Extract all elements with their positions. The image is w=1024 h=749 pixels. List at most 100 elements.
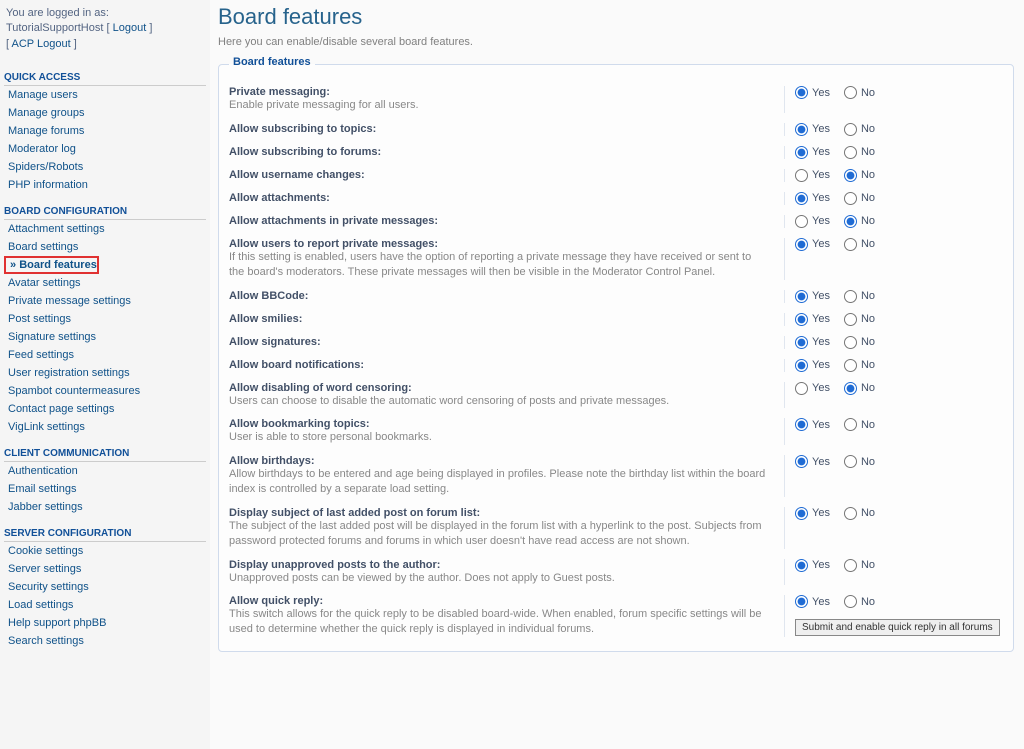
sidebar-link[interactable]: Attachment settings bbox=[8, 223, 105, 235]
sidebar-link[interactable]: Authentication bbox=[8, 465, 78, 477]
radio-no[interactable]: No bbox=[844, 215, 875, 228]
radio-yes[interactable]: Yes bbox=[795, 215, 830, 228]
sidebar-item-authentication[interactable]: Authentication bbox=[4, 462, 206, 480]
radio-input-no[interactable] bbox=[844, 313, 857, 326]
sidebar-link[interactable]: Moderator log bbox=[8, 143, 76, 155]
radio-input-no[interactable] bbox=[844, 86, 857, 99]
sidebar-link[interactable]: Server settings bbox=[8, 563, 81, 575]
radio-yes[interactable]: Yes bbox=[795, 238, 830, 251]
radio-input-no[interactable] bbox=[844, 215, 857, 228]
sidebar-item-attachment-settings[interactable]: Attachment settings bbox=[4, 220, 206, 238]
radio-input-no[interactable] bbox=[844, 192, 857, 205]
radio-input-yes[interactable] bbox=[795, 215, 808, 228]
sidebar-link[interactable]: Manage groups bbox=[8, 107, 84, 119]
sidebar-item-avatar-settings[interactable]: Avatar settings bbox=[4, 274, 206, 292]
radio-no[interactable]: No bbox=[844, 418, 875, 431]
logout-link[interactable]: Logout bbox=[113, 22, 147, 34]
radio-no[interactable]: No bbox=[844, 559, 875, 572]
sidebar-item-manage-users[interactable]: Manage users bbox=[4, 86, 206, 104]
sidebar-item-feed-settings[interactable]: Feed settings bbox=[4, 346, 206, 364]
sidebar-link[interactable]: PHP information bbox=[8, 179, 88, 191]
sidebar-item-spambot-countermeasures[interactable]: Spambot countermeasures bbox=[4, 382, 206, 400]
radio-input-yes[interactable] bbox=[795, 86, 808, 99]
radio-no[interactable]: No bbox=[844, 290, 875, 303]
radio-no[interactable]: No bbox=[844, 595, 875, 608]
sidebar-link[interactable]: Board features bbox=[19, 259, 97, 271]
radio-input-no[interactable] bbox=[844, 359, 857, 372]
sidebar-link[interactable]: Spambot countermeasures bbox=[8, 385, 140, 397]
sidebar-link[interactable]: Load settings bbox=[8, 599, 73, 611]
radio-yes[interactable]: Yes bbox=[795, 313, 830, 326]
radio-yes[interactable]: Yes bbox=[795, 359, 830, 372]
radio-yes[interactable]: Yes bbox=[795, 86, 830, 99]
sidebar-link[interactable]: Email settings bbox=[8, 483, 76, 495]
sidebar-item-server-settings[interactable]: Server settings bbox=[4, 560, 206, 578]
radio-input-no[interactable] bbox=[844, 559, 857, 572]
sidebar-item-spiders-robots[interactable]: Spiders/Robots bbox=[4, 158, 206, 176]
sidebar-item-cookie-settings[interactable]: Cookie settings bbox=[4, 542, 206, 560]
radio-yes[interactable]: Yes bbox=[795, 169, 830, 182]
sidebar-link[interactable]: Signature settings bbox=[8, 331, 96, 343]
acp-logout-link[interactable]: ACP Logout bbox=[12, 38, 71, 50]
radio-input-yes[interactable] bbox=[795, 507, 808, 520]
radio-yes[interactable]: Yes bbox=[795, 290, 830, 303]
radio-input-yes[interactable] bbox=[795, 595, 808, 608]
sidebar-link[interactable]: Manage forums bbox=[8, 125, 84, 137]
sidebar-item-security-settings[interactable]: Security settings bbox=[4, 578, 206, 596]
sidebar-item-search-settings[interactable]: Search settings bbox=[4, 632, 206, 650]
radio-no[interactable]: No bbox=[844, 123, 875, 136]
radio-no[interactable]: No bbox=[844, 336, 875, 349]
radio-input-no[interactable] bbox=[844, 382, 857, 395]
sidebar-link[interactable]: VigLink settings bbox=[8, 421, 85, 433]
sidebar-link[interactable]: Spiders/Robots bbox=[8, 161, 83, 173]
sidebar-item-help-support-phpbb[interactable]: Help support phpBB bbox=[4, 614, 206, 632]
radio-input-yes[interactable] bbox=[795, 418, 808, 431]
sidebar-link[interactable]: Cookie settings bbox=[8, 545, 83, 557]
sidebar-item-php-information[interactable]: PHP information bbox=[4, 176, 206, 194]
submit-enable-quick-reply-button[interactable]: Submit and enable quick reply in all for… bbox=[795, 619, 1000, 636]
radio-input-yes[interactable] bbox=[795, 382, 808, 395]
radio-input-no[interactable] bbox=[844, 336, 857, 349]
radio-no[interactable]: No bbox=[844, 146, 875, 159]
radio-input-yes[interactable] bbox=[795, 238, 808, 251]
sidebar-link[interactable]: Board settings bbox=[8, 241, 78, 253]
sidebar-item-private-message-settings[interactable]: Private message settings bbox=[4, 292, 206, 310]
radio-input-yes[interactable] bbox=[795, 123, 808, 136]
radio-input-no[interactable] bbox=[844, 146, 857, 159]
sidebar-item-board-features[interactable]: » Board features bbox=[4, 256, 99, 274]
radio-yes[interactable]: Yes bbox=[795, 382, 830, 395]
radio-yes[interactable]: Yes bbox=[795, 146, 830, 159]
radio-input-yes[interactable] bbox=[795, 455, 808, 468]
radio-no[interactable]: No bbox=[844, 359, 875, 372]
radio-input-no[interactable] bbox=[844, 595, 857, 608]
sidebar-link[interactable]: Search settings bbox=[8, 635, 84, 647]
sidebar-link[interactable]: Contact page settings bbox=[8, 403, 114, 415]
sidebar-item-manage-groups[interactable]: Manage groups bbox=[4, 104, 206, 122]
radio-yes[interactable]: Yes bbox=[795, 418, 830, 431]
radio-no[interactable]: No bbox=[844, 382, 875, 395]
radio-no[interactable]: No bbox=[844, 192, 875, 205]
sidebar-item-jabber-settings[interactable]: Jabber settings bbox=[4, 498, 206, 516]
sidebar-link[interactable]: Feed settings bbox=[8, 349, 74, 361]
radio-no[interactable]: No bbox=[844, 455, 875, 468]
radio-no[interactable]: No bbox=[844, 169, 875, 182]
radio-yes[interactable]: Yes bbox=[795, 455, 830, 468]
sidebar-item-manage-forums[interactable]: Manage forums bbox=[4, 122, 206, 140]
radio-input-no[interactable] bbox=[844, 238, 857, 251]
sidebar-link[interactable]: Manage users bbox=[8, 89, 78, 101]
sidebar-link[interactable]: Post settings bbox=[8, 313, 71, 325]
sidebar-item-user-registration-settings[interactable]: User registration settings bbox=[4, 364, 206, 382]
radio-no[interactable]: No bbox=[844, 313, 875, 326]
sidebar-item-email-settings[interactable]: Email settings bbox=[4, 480, 206, 498]
radio-input-no[interactable] bbox=[844, 169, 857, 182]
radio-input-yes[interactable] bbox=[795, 359, 808, 372]
radio-no[interactable]: No bbox=[844, 238, 875, 251]
sidebar-item-board-settings[interactable]: Board settings bbox=[4, 238, 206, 256]
sidebar-item-viglink-settings[interactable]: VigLink settings bbox=[4, 418, 206, 436]
sidebar-link[interactable]: Jabber settings bbox=[8, 501, 83, 513]
radio-input-yes[interactable] bbox=[795, 313, 808, 326]
radio-yes[interactable]: Yes bbox=[795, 507, 830, 520]
radio-input-yes[interactable] bbox=[795, 192, 808, 205]
sidebar-item-contact-page-settings[interactable]: Contact page settings bbox=[4, 400, 206, 418]
radio-no[interactable]: No bbox=[844, 507, 875, 520]
